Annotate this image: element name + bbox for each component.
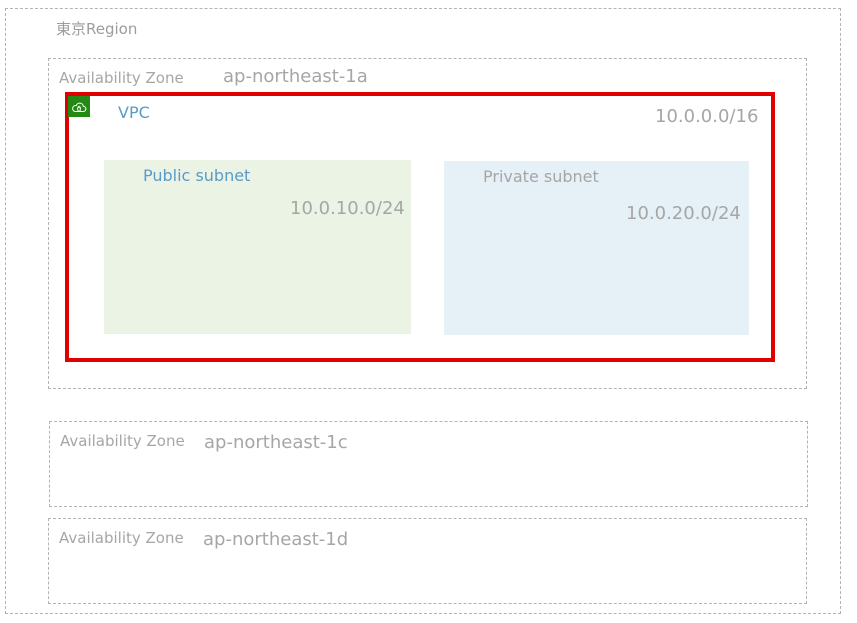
region-label: 東京Region	[56, 20, 138, 38]
az-1a-name: ap-northeast-1a	[223, 66, 368, 87]
vpc-cidr: 10.0.0.0/16	[655, 106, 759, 127]
az-1d-label: Availability Zone	[59, 529, 184, 547]
vpc-label: VPC	[118, 103, 150, 122]
az-1a-label: Availability Zone	[59, 69, 184, 87]
public-subnet-cidr: 10.0.10.0/24	[290, 198, 405, 219]
private-subnet-label: Private subnet	[483, 167, 599, 186]
public-subnet	[104, 160, 411, 334]
public-subnet-label: Public subnet	[143, 166, 251, 185]
az-1c-name: ap-northeast-1c	[204, 432, 348, 453]
private-subnet	[444, 161, 749, 335]
vpc-cloud-lock-icon	[68, 96, 90, 117]
az-1c-label: Availability Zone	[60, 432, 185, 450]
az-1d-name: ap-northeast-1d	[203, 529, 349, 550]
private-subnet-cidr: 10.0.20.0/24	[626, 203, 741, 224]
